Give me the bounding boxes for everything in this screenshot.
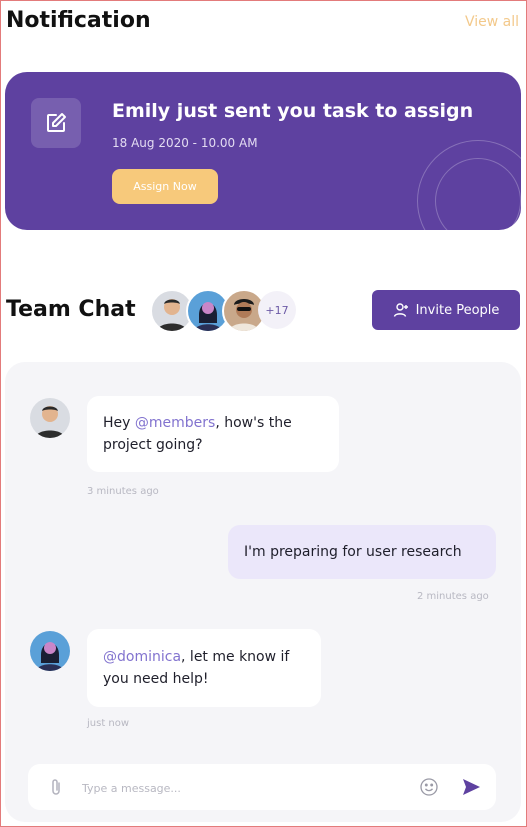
message-timestamp: 2 minutes ago (417, 591, 489, 602)
edit-icon (31, 98, 81, 148)
message-timestamp: 3 minutes ago (87, 486, 159, 497)
message-bubble: I'm preparing for user research (228, 525, 496, 579)
notification-date: 18 Aug 2020 - 10.00 AM (112, 136, 258, 150)
more-members-badge[interactable]: +17 (258, 291, 296, 329)
send-icon[interactable] (460, 776, 482, 798)
message-text-part: I'm preparing for user research (244, 544, 462, 560)
message-bubble: @dominica, let me know if you need help! (87, 629, 321, 707)
invite-people-label: Invite People (415, 302, 500, 318)
message-timestamp: just now (87, 718, 130, 729)
message-text: @dominica, let me know if you need help! (103, 646, 305, 690)
notification-message: Emily just sent you task to assign (112, 100, 474, 122)
message-bubble: Hey @members, how's the project going? (87, 396, 339, 472)
user-plus-icon (393, 302, 409, 318)
notification-card[interactable]: Emily just sent you task to assign 18 Au… (5, 72, 521, 230)
message-input[interactable] (80, 776, 404, 800)
message-text: I'm preparing for user research (244, 541, 462, 563)
paperclip-icon[interactable] (46, 777, 66, 797)
invite-people-button[interactable]: Invite People (372, 290, 520, 330)
team-chat-title: Team Chat (6, 297, 136, 322)
assign-now-button[interactable]: Assign Now (112, 169, 218, 204)
mention-link[interactable]: @members (135, 415, 215, 431)
notification-title: Notification (6, 8, 151, 33)
message-text: Hey @members, how's the project going? (103, 412, 323, 456)
message-text-part: Hey (103, 415, 135, 431)
message-composer (28, 764, 496, 810)
view-all-link[interactable]: View all (465, 14, 519, 30)
smiley-icon[interactable] (418, 776, 440, 798)
mention-link[interactable]: @dominica (103, 649, 181, 665)
avatar[interactable] (30, 398, 70, 438)
avatar[interactable] (30, 631, 70, 671)
